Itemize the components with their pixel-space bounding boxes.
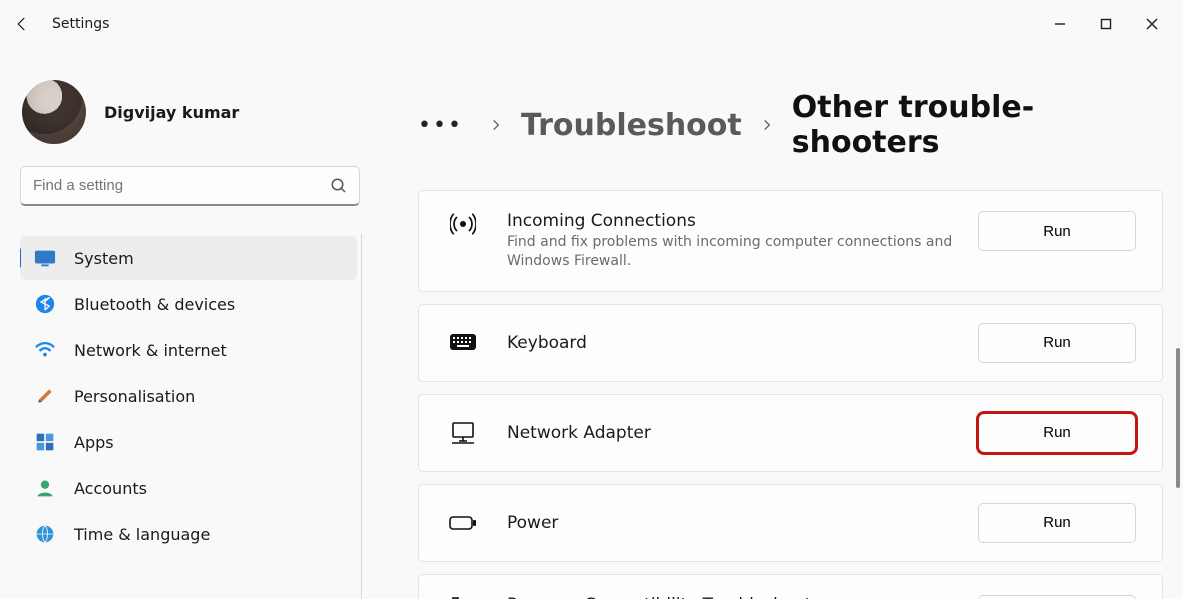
sidebar-item-label: Time & language (74, 525, 210, 544)
card-title: Incoming Connections (507, 211, 978, 231)
card-body: Program Compatibility Troubleshooter Fin… (507, 595, 978, 599)
card-title: Keyboard (507, 333, 978, 353)
search-input[interactable] (20, 166, 360, 206)
card-body: Keyboard (507, 333, 978, 353)
sidebar-item-personalisation[interactable]: Personalisation (20, 374, 357, 418)
chevron-right-icon (760, 113, 774, 137)
keyboard-icon (445, 333, 481, 353)
sidebar-item-bluetooth[interactable]: Bluetooth & devices (20, 282, 357, 326)
checklist-icon (445, 595, 481, 599)
minimize-icon (1054, 18, 1066, 30)
run-button[interactable]: Run (978, 413, 1136, 453)
display-icon (34, 247, 56, 269)
troubleshooter-card-network-adapter: Network Adapter Run (418, 394, 1163, 472)
antenna-icon (445, 211, 481, 237)
maximize-icon (1100, 18, 1112, 30)
sidebar: Digvijay kumar System Bluetooth & device… (0, 48, 378, 599)
back-arrow-icon (13, 15, 31, 33)
card-title: Network Adapter (507, 423, 978, 443)
card-body: Incoming Connections Find and fix proble… (507, 211, 978, 271)
app-title: Settings (52, 16, 109, 32)
sidebar-item-label: Network & internet (74, 341, 227, 360)
brush-icon (34, 385, 56, 407)
wifi-icon (34, 339, 56, 361)
troubleshooter-card-power: Power Run (418, 484, 1163, 562)
titlebar-left: Settings (8, 10, 109, 38)
scrollbar-thumb[interactable] (1176, 348, 1180, 488)
apps-icon (34, 431, 56, 453)
troubleshooter-card-keyboard: Keyboard Run (418, 304, 1163, 382)
battery-icon (445, 515, 481, 531)
sidebar-item-accounts[interactable]: Accounts (20, 466, 357, 510)
run-button[interactable]: Run (978, 211, 1136, 251)
page-title: Other trouble-shooters (792, 90, 1163, 160)
back-button[interactable] (8, 10, 36, 38)
breadcrumb-more-button[interactable]: ••• (418, 113, 471, 138)
sidebar-item-label: Accounts (74, 479, 147, 498)
globe-icon (34, 523, 56, 545)
close-icon (1146, 18, 1158, 30)
profile-name: Digvijay kumar (104, 103, 239, 122)
sidebar-item-label: System (74, 249, 134, 268)
run-button[interactable]: Run (978, 595, 1136, 599)
search-icon (330, 177, 348, 195)
sidebar-item-apps[interactable]: Apps (20, 420, 357, 464)
network-adapter-icon (445, 421, 481, 445)
sidebar-item-label: Bluetooth & devices (74, 295, 235, 314)
minimize-button[interactable] (1037, 6, 1083, 42)
card-body: Power (507, 513, 978, 533)
person-icon (34, 477, 56, 499)
card-description: Find and fix problems with incoming comp… (507, 233, 978, 271)
sidebar-nav: System Bluetooth & devices Network & int… (20, 234, 362, 599)
sidebar-item-network[interactable]: Network & internet (20, 328, 357, 372)
profile-section[interactable]: Digvijay kumar (20, 72, 362, 166)
maximize-button[interactable] (1083, 6, 1129, 42)
card-title: Power (507, 513, 978, 533)
search-wrap (20, 166, 362, 206)
sidebar-item-label: Personalisation (74, 387, 195, 406)
troubleshooter-card-program-compatibility: Program Compatibility Troubleshooter Fin… (418, 574, 1163, 599)
run-button[interactable]: Run (978, 323, 1136, 363)
run-button[interactable]: Run (978, 503, 1136, 543)
breadcrumb: ••• Troubleshoot Other trouble-shooters (418, 90, 1163, 160)
bluetooth-icon (34, 293, 56, 315)
close-button[interactable] (1129, 6, 1175, 42)
troubleshooter-card-incoming-connections: Incoming Connections Find and fix proble… (418, 190, 1163, 292)
chevron-right-icon (489, 113, 503, 137)
sidebar-item-time-language[interactable]: Time & language (20, 512, 357, 556)
window-controls (1037, 6, 1175, 42)
main-content: ••• Troubleshoot Other trouble-shooters … (378, 48, 1183, 599)
titlebar: Settings (0, 0, 1183, 48)
sidebar-item-system[interactable]: System (20, 236, 357, 280)
breadcrumb-link-troubleshoot[interactable]: Troubleshoot (521, 108, 742, 143)
card-title: Program Compatibility Troubleshooter (507, 595, 978, 599)
card-body: Network Adapter (507, 423, 978, 443)
sidebar-item-label: Apps (74, 433, 114, 452)
avatar (22, 80, 86, 144)
